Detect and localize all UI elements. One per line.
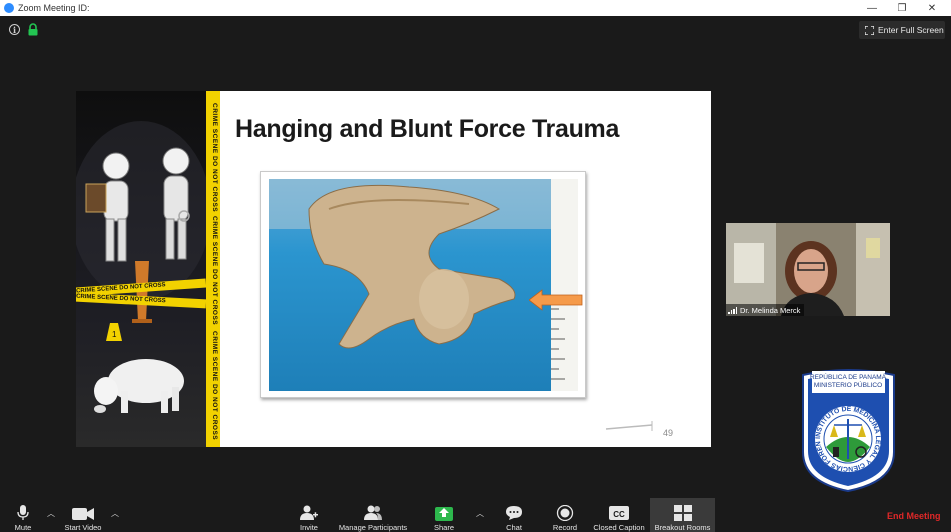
slide-pen-decoration — [605, 421, 653, 431]
closed-caption-label: Closed Caption — [593, 523, 645, 532]
tape-text-1: CRIME SCENE DO NOT CROSS — [211, 103, 218, 213]
shared-screen-slide: 1 CRIME SCENE DO NOT CROSS CRIME SCENE D… — [76, 91, 711, 447]
fullscreen-label: Enter Full Screen — [878, 25, 944, 35]
mute-label: Mute — [14, 523, 32, 532]
end-meeting-button[interactable]: End Meeting — [887, 511, 941, 521]
slide-page-number: 49 — [663, 428, 674, 438]
audio-options-caret[interactable]: ︿ — [46, 508, 56, 518]
bone-illustration — [269, 179, 578, 391]
start-video-label: Start Video — [64, 523, 102, 532]
participants-icon — [364, 505, 382, 520]
video-options-caret[interactable]: ︿ — [110, 508, 120, 518]
share-label: Share — [433, 523, 454, 532]
invite-button[interactable]: Invite — [294, 498, 324, 532]
participant-video — [726, 223, 890, 316]
signal-strength-icon — [728, 306, 737, 314]
minimize-button[interactable]: — — [857, 0, 887, 16]
bone-photo-frame — [260, 171, 586, 398]
window-title: Zoom Meeting ID: — [18, 3, 90, 13]
chat-bubble-icon — [506, 506, 522, 520]
chat-button[interactable]: Chat — [499, 498, 529, 532]
crime-scene-illustration: 1 CRIME SCENE DO NOT CROSS CRIME SCENE D… — [76, 91, 211, 447]
add-person-icon — [300, 505, 318, 520]
video-camera-icon — [72, 508, 94, 520]
record-label: Record — [552, 523, 578, 532]
meeting-toolbar: Mute ︿ Start Video ︿ Invite Manage Parti… — [0, 498, 951, 532]
institute-seal-logo: REPÚBLICA DE PANAMÁ MINISTERIO PÚBLICO I… — [798, 367, 895, 492]
slide-title: Hanging and Blunt Force Trauma — [235, 115, 620, 143]
encryption-lock-icon[interactable] — [27, 23, 39, 36]
restore-button[interactable]: ❐ — [887, 0, 917, 16]
crime-scene-figures: 1 — [76, 121, 211, 413]
closed-caption-button[interactable]: CC Closed Caption — [590, 498, 648, 532]
invite-label: Invite — [300, 523, 318, 532]
pointer-arrow — [529, 289, 583, 311]
chat-label: Chat — [506, 523, 522, 532]
participant-name: Dr. Melinda Merck — [740, 305, 801, 315]
seal-line-2: MINISTERIO PÚBLICO — [814, 380, 882, 389]
close-button[interactable]: ✕ — [917, 0, 947, 16]
evidence-marker-number: 1 — [112, 330, 117, 339]
enter-fullscreen-button[interactable]: Enter Full Screen — [859, 21, 945, 39]
mute-button[interactable]: Mute — [8, 498, 38, 532]
crime-tape-vertical: CRIME SCENE DO NOT CROSS CRIME SCENE DO … — [206, 91, 220, 447]
zoom-app-icon — [4, 3, 14, 13]
participant-video-tile[interactable]: Dr. Melinda Merck — [726, 223, 890, 316]
share-screen-icon — [435, 507, 453, 521]
seal-line-1: REPÚBLICA DE PANAMÁ — [810, 372, 887, 381]
participant-name-label: Dr. Melinda Merck — [726, 304, 805, 316]
manage-participants-label: Manage Participants — [338, 523, 408, 532]
breakout-rooms-label: Breakout Rooms — [654, 523, 711, 532]
record-button[interactable]: Record — [550, 498, 580, 532]
tape-text-2: CRIME SCENE DO NOT CROSS — [211, 216, 218, 326]
manage-participants-button[interactable]: Manage Participants — [334, 498, 412, 532]
meeting-info-icon[interactable]: i — [9, 24, 20, 35]
bone-photo — [269, 179, 578, 391]
record-icon — [556, 505, 574, 521]
breakout-rooms-icon — [673, 505, 692, 521]
fullscreen-icon — [865, 25, 874, 35]
microphone-icon — [17, 505, 29, 520]
tape-text-3: CRIME SCENE DO NOT CROSS — [211, 331, 218, 441]
closed-caption-icon: CC — [609, 506, 629, 520]
start-video-button[interactable]: Start Video — [60, 498, 106, 532]
share-options-caret[interactable]: ︿ — [475, 508, 485, 518]
breakout-rooms-button[interactable]: Breakout Rooms — [651, 498, 714, 532]
share-screen-button[interactable]: Share — [429, 498, 459, 532]
cc-glyph: CC — [613, 510, 625, 519]
window-titlebar: Zoom Meeting ID: — ❐ ✕ — [0, 0, 951, 16]
